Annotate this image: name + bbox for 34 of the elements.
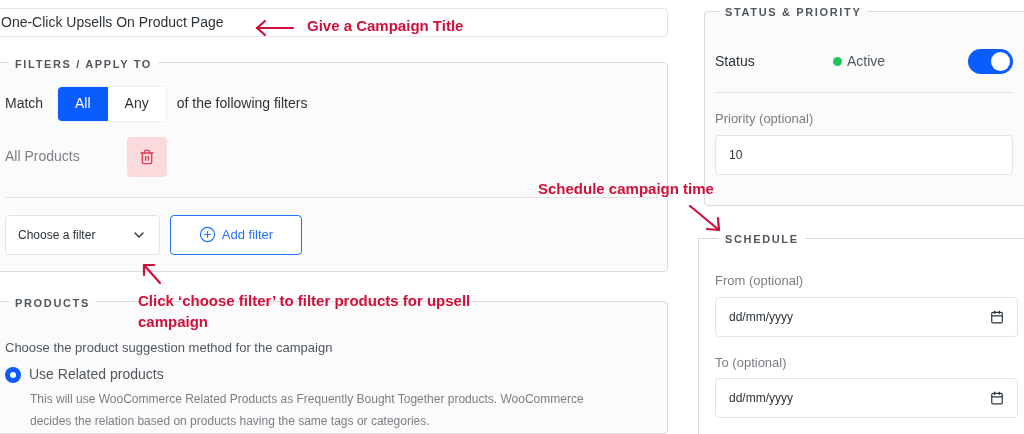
plus-icon <box>198 226 216 244</box>
status-toggle[interactable] <box>968 48 1013 74</box>
annotation-text: Give a Campaign Title <box>307 16 464 36</box>
calendar-icon <box>990 391 1004 405</box>
status-label: Status <box>715 51 756 71</box>
trash-icon <box>139 148 155 165</box>
match-label: Match <box>5 94 45 114</box>
match-option[interactable]: All <box>58 86 108 121</box>
radio-label: Use Related products <box>29 365 164 385</box>
annotation-text: Schedule campaign time <box>538 179 714 199</box>
status-text: Active <box>847 51 886 71</box>
annotation-text: Click ‘choose filter’ to filter products for upsell campaign <box>138 291 472 332</box>
section-legend: FILTERS / APPLY TO <box>15 57 153 70</box>
delete-button[interactable] <box>127 136 167 177</box>
date-label: To (optional) <box>715 353 788 372</box>
section-legend: STATUS & PRIORITY <box>725 6 862 18</box>
priority-label: Priority (optional) <box>715 110 815 128</box>
date-field[interactable]: dd/mm/yyyy <box>715 378 1018 418</box>
section-legend: PRODUCTS <box>15 296 90 309</box>
annotation-arrow <box>141 262 163 286</box>
annotation-arrow <box>686 203 722 233</box>
calendar-icon <box>990 309 1004 324</box>
filter-rule: All Products <box>5 147 81 167</box>
section-legend: SCHEDULE <box>725 233 799 245</box>
annotation-arrow <box>254 19 296 37</box>
add-filter-button[interactable]: Add filter <box>170 214 302 255</box>
radio-button[interactable] <box>5 366 21 383</box>
option-description: This will use WooCommerce Related Products as Frequently Bought Together products. WooCommerce decides the relation based on products having the same tags or categories. <box>30 391 585 431</box>
filter-select[interactable]: Choose a filter <box>5 214 160 255</box>
priority-field[interactable]: 10 <box>715 134 1013 175</box>
date-label: From (optional) <box>715 272 805 290</box>
date-field[interactable]: dd/mm/yyyy <box>715 296 1018 337</box>
products-prompt: Choose the product suggestion method for the campaign <box>5 338 334 357</box>
match-suffix: of the following filters <box>176 94 308 114</box>
